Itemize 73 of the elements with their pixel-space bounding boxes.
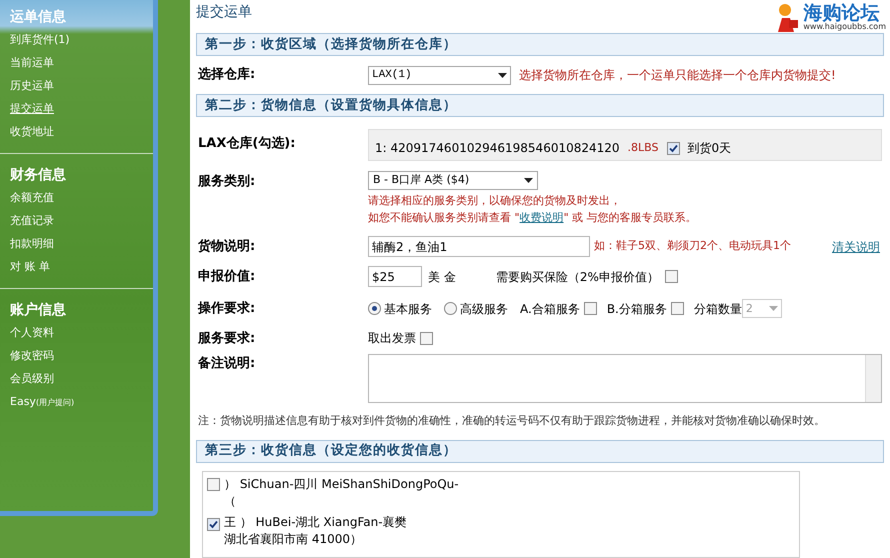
radio-label: 基本服务 [384, 300, 432, 318]
checkmark-icon [668, 144, 678, 152]
sidebar-link[interactable]: 扣款明细 [10, 232, 143, 255]
checkmark-icon [209, 520, 218, 528]
checkbox-label: A.合箱服务 [520, 300, 580, 318]
sidebar-link[interactable]: 提交运单 [10, 97, 143, 120]
checkbox[interactable] [670, 302, 684, 316]
sidebar-heading: 财务信息 [10, 166, 67, 185]
fee-link[interactable]: 收费说明 [520, 211, 564, 224]
value-input[interactable]: $25 [368, 266, 422, 287]
sidebar-link[interactable]: 充值记录 [10, 209, 143, 232]
page-title: 提交运单 [195, 3, 252, 22]
sidebar-link[interactable]: Easy(用户提问) [10, 390, 143, 414]
radio-button[interactable] [444, 302, 457, 316]
insurance-label: 需要购买保险（2%申报价值） [496, 268, 659, 286]
customs-link[interactable]: 清关说明 [832, 238, 882, 256]
field-label: LAX仓库(勾选): [198, 134, 296, 153]
scrollbar[interactable] [865, 355, 881, 402]
note-text: 注：货物说明描述信息有助于核对到件货物的准确性，准确的转运号码不仅有助于跟踪货物进程，并能核对货物准确以确保时效。 [197, 413, 826, 429]
remark-textarea[interactable] [368, 354, 882, 403]
radio-button[interactable] [368, 302, 381, 316]
sidebar-link[interactable]: 历史运单 [10, 74, 143, 97]
field-label: 申报价值: [198, 268, 256, 286]
radio-label: 高级服务 [460, 300, 508, 318]
logo-text: 海购论坛 [803, 4, 880, 22]
address-line: 王 ） HuBei-湖北 XiangFan-襄樊 [224, 514, 407, 530]
field-label: 服务类别: [198, 173, 256, 191]
sidebar-link[interactable]: 到库货件(1) [10, 28, 143, 51]
checkbox[interactable] [584, 302, 597, 316]
sidebar-link[interactable]: 当前运单 [10, 51, 143, 74]
parcel-weight: .8LBS [628, 140, 659, 156]
sidebar-link[interactable]: 会员级别 [10, 367, 143, 390]
checkbox[interactable] [207, 518, 220, 530]
tracking-number: 1: 420917460102946198546010824120 [375, 140, 620, 157]
arrival-days: 到货0天 [688, 139, 732, 157]
field-label: 货物说明: [198, 238, 256, 256]
caret-icon [768, 306, 778, 312]
field-label: 选择仓库: [198, 66, 256, 84]
checkbox[interactable] [666, 142, 680, 154]
goods-input[interactable]: 辅酶2，鱼油1 [368, 236, 590, 257]
field-label: 操作要求: [198, 300, 256, 318]
address-line: ） SiChuan-四川 MeiShanShiDongPoQu- [224, 476, 459, 492]
box-count-label: 分箱数量 [694, 300, 742, 318]
caret-icon [524, 178, 533, 183]
sidebar-link[interactable]: 余额充值 [10, 186, 143, 209]
box-count-select[interactable]: 2 [742, 299, 782, 318]
field-label: 备注说明: [198, 354, 256, 373]
section-header: 第三步：收货信息（设定您的收货信息） [196, 440, 884, 462]
warehouse-hint: 选择货物所在仓库，一个运单只能选择一个仓库内货物提交! [519, 67, 836, 84]
section-header: 第一步：收货区域（选择货物所在仓库） [196, 33, 884, 56]
checkbox-label: 取出发票 [368, 330, 416, 348]
service-select[interactable]: B - B口岸 A类 ($4) [368, 171, 538, 190]
sidebar-link[interactable]: 个人资料 [10, 321, 143, 344]
caret-icon [498, 72, 507, 78]
section-header: 第二步：货物信息（设置货物具体信息） [196, 94, 884, 117]
service-note: 请选择相应的服务类别，以确保您的货物及时发出， [368, 193, 622, 209]
checkbox-label: B.分箱服务 [606, 300, 667, 318]
checkbox[interactable] [664, 270, 678, 283]
service-note: 如您不能确认服务类别请查看 "收费说明" 或 与您的客服专员联系。 [368, 210, 697, 226]
warehouse-select[interactable]: LAX(1) [368, 66, 511, 84]
checkbox[interactable] [420, 332, 433, 345]
sidebar-link[interactable]: 对 账 单 [10, 255, 143, 278]
sidebar-heading: 账户信息 [10, 300, 67, 320]
sidebar-heading: 运单信息 [10, 8, 67, 27]
sidebar-link[interactable]: 收货地址 [10, 120, 143, 143]
currency-label: 美 金 [428, 268, 456, 286]
goods-example: 如：鞋子5双、剃须刀2个、电动玩具1个 [594, 238, 791, 254]
address-line: 湖北省襄阳市南 41000） [224, 530, 363, 548]
checkbox[interactable] [207, 478, 220, 490]
address-line: （ [224, 492, 237, 510]
sidebar-link[interactable]: 修改密码 [10, 344, 143, 367]
field-label: 服务要求: [198, 330, 256, 348]
logo-url: www.haigoubbs.com [803, 22, 886, 30]
